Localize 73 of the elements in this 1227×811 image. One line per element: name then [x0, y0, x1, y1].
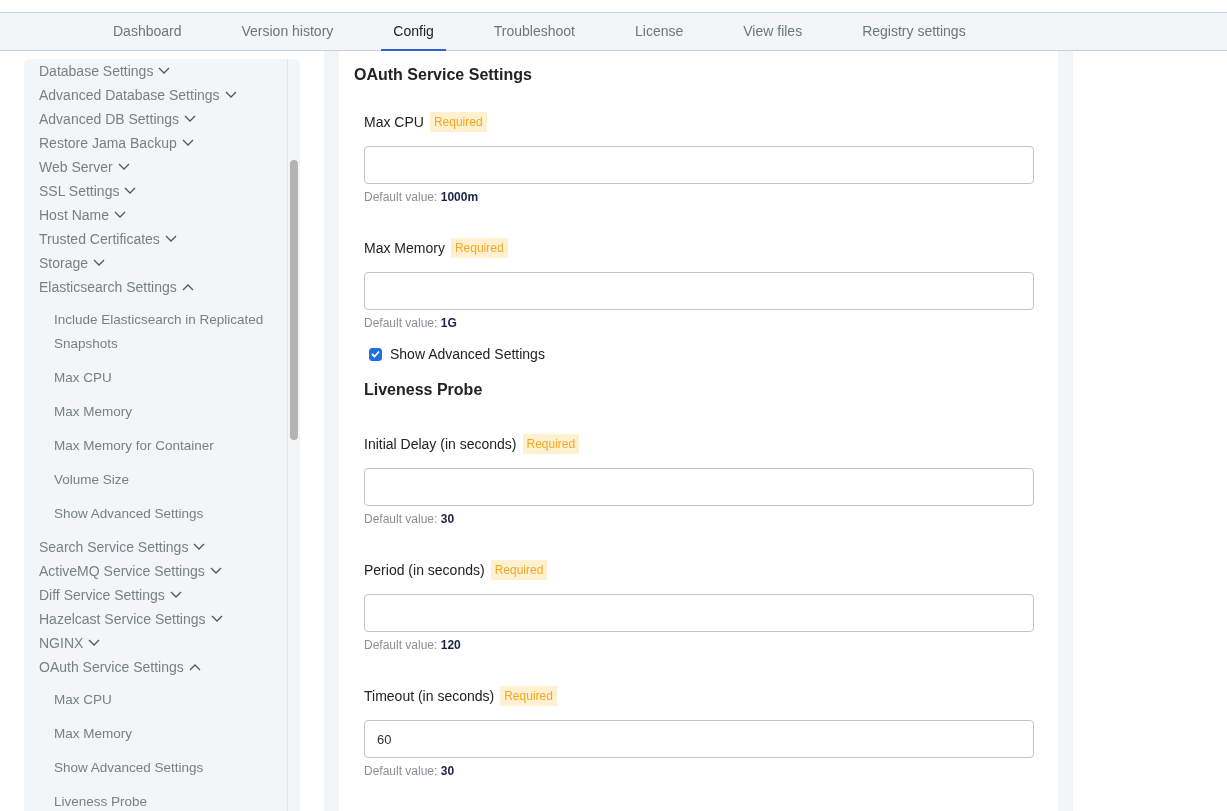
required-tag: Required: [500, 686, 557, 706]
sidebar-subitem[interactable]: Max Memory for Container: [39, 429, 286, 463]
scrollbar-thumb[interactable]: [290, 160, 298, 440]
sidebar-item[interactable]: Diff Service Settings: [39, 583, 182, 607]
sidebar-subitem[interactable]: Max Memory: [39, 395, 286, 429]
sidebar-item[interactable]: Host Name: [39, 203, 127, 227]
sidebar-item[interactable]: Hazelcast Service Settings: [39, 607, 223, 631]
default-value-text: Default value: 1G: [364, 315, 458, 331]
chevron-down-icon: [114, 211, 127, 219]
required-tag: Required: [522, 434, 580, 454]
sidebar-item[interactable]: SSL Settings: [39, 179, 137, 203]
sidebar-item[interactable]: ActiveMQ Service Settings: [39, 559, 222, 583]
chevron-down-icon: [93, 259, 106, 267]
chevron-down-icon: [169, 591, 182, 599]
sidebar-item[interactable]: OAuth Service Settings: [39, 655, 201, 679]
subsection-heading: Liveness Probe: [364, 380, 484, 400]
default-value-text: Default value: 30: [364, 763, 456, 779]
sidebar-item[interactable]: Advanced Database Settings: [39, 83, 237, 107]
sidebar-item[interactable]: Web Server: [39, 155, 130, 179]
input-field[interactable]: [364, 594, 1034, 632]
checkbox[interactable]: [369, 347, 382, 361]
sidebar-subitem[interactable]: Max CPU: [39, 361, 286, 395]
checkbox-label: Show Advanced Settings: [390, 346, 545, 362]
input-field[interactable]: [364, 272, 1034, 310]
required-tag: Required: [450, 238, 508, 258]
nav-tab[interactable]: Registry settings: [850, 13, 978, 51]
chevron-down-icon: [158, 67, 171, 75]
nav-tab[interactable]: View files: [731, 13, 815, 51]
input-field[interactable]: [364, 146, 1034, 184]
required-tag: Required: [490, 560, 548, 580]
sidebar-subitem[interactable]: Include Elasticsearch in Replicated Snapshots: [39, 303, 286, 361]
nav-tab[interactable]: Troubleshoot: [481, 13, 587, 51]
required-tag: Required: [429, 112, 487, 132]
sidebar-item[interactable]: NGINX: [39, 631, 101, 655]
chevron-down-icon: [184, 115, 197, 123]
nav-tab[interactable]: Version history: [229, 13, 346, 51]
chevron-down-icon: [181, 139, 194, 147]
chevron-down-icon: [209, 567, 222, 575]
nav-tab[interactable]: Dashboard: [101, 13, 194, 51]
default-value-text: Default value: 120: [364, 637, 462, 653]
sidebar-item[interactable]: Search Service Settings: [39, 535, 206, 559]
field-label: Initial Delay (in seconds): [364, 436, 517, 452]
sidebar-item[interactable]: Advanced DB Settings: [39, 107, 197, 131]
sidebar-item[interactable]: Storage: [39, 251, 106, 275]
sidebar-item[interactable]: Database Settings: [39, 59, 171, 83]
field-label: Period (in seconds): [364, 562, 485, 578]
sidebar-subitem[interactable]: Volume Size: [39, 463, 286, 497]
field-label: Max CPU: [364, 114, 424, 130]
chevron-down-icon: [193, 543, 206, 551]
chevron-down-icon: [117, 163, 130, 171]
sidebar-subitem[interactable]: Show Advanced Settings: [39, 751, 286, 785]
field-label: Timeout (in seconds): [364, 688, 495, 704]
chevron-down-icon: [88, 639, 101, 647]
default-value-text: Default value: 30: [364, 511, 456, 527]
chevron-down-icon: [210, 615, 223, 623]
input-field[interactable]: 60: [364, 720, 1034, 758]
chevron-up-icon: [188, 663, 201, 671]
chevron-up-icon: [181, 283, 194, 291]
field-label: Max Memory: [364, 240, 445, 256]
sidebar-subitem[interactable]: Max Memory: [39, 717, 286, 751]
sidebar-subitem[interactable]: Liveness Probe: [39, 785, 286, 811]
sidebar-subitem[interactable]: Show Advanced Settings: [39, 497, 286, 531]
nav-tab[interactable]: License: [623, 13, 696, 51]
chevron-down-icon: [164, 235, 177, 243]
chevron-down-icon: [224, 91, 237, 99]
section-title: OAuth Service Settings: [354, 65, 533, 85]
default-value-text: Default value: 1000m: [364, 189, 480, 205]
sidebar-subitem[interactable]: Max CPU: [39, 683, 286, 717]
sidebar-item[interactable]: Trusted Certificates: [39, 227, 177, 251]
sidebar-item[interactable]: Elasticsearch Settings: [39, 275, 194, 299]
chevron-down-icon: [124, 187, 137, 195]
input-field[interactable]: [364, 468, 1034, 506]
sidebar-item[interactable]: Restore Jama Backup: [39, 131, 194, 155]
